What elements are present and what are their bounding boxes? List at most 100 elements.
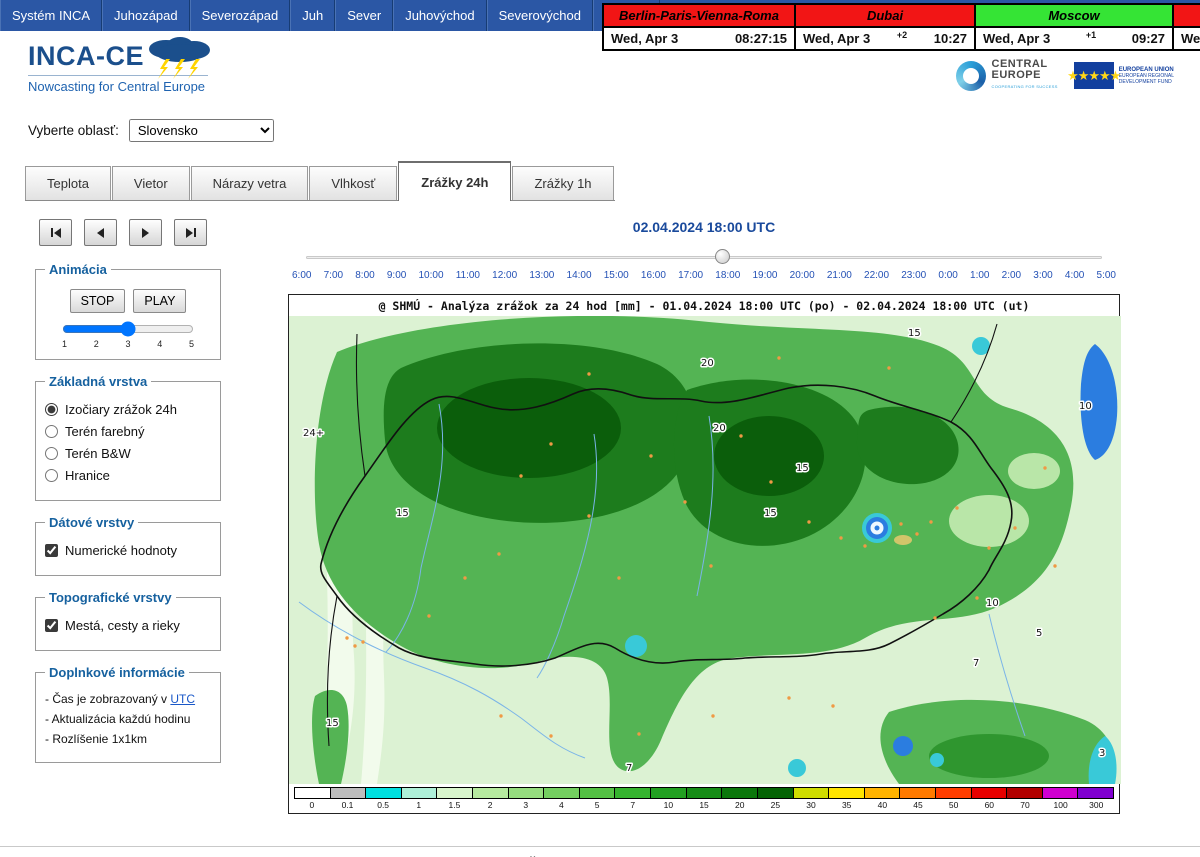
time-slider[interactable]: [306, 249, 1102, 265]
hour-tick[interactable]: 6:00: [292, 270, 311, 281]
hour-tick[interactable]: 7:00: [324, 270, 343, 281]
hour-tick[interactable]: 17:00: [678, 270, 703, 281]
radio-isolines-24h[interactable]: Izočiary zrážok 24h: [45, 402, 211, 417]
hour-tick[interactable]: 15:00: [604, 270, 629, 281]
play-button[interactable]: PLAY: [133, 289, 186, 313]
hour-tick[interactable]: 22:00: [864, 270, 889, 281]
region-select[interactable]: Slovensko: [129, 119, 274, 142]
colorbar-label: 20: [722, 800, 758, 810]
nav-item[interactable]: Severozápad: [190, 0, 291, 31]
nav-item[interactable]: Systém INCA: [0, 0, 102, 31]
hour-tick[interactable]: 18:00: [715, 270, 740, 281]
colorbar-segment: [794, 788, 830, 798]
step-back-button[interactable]: [84, 219, 117, 246]
info-fieldset: Doplnkové informácie - Čas je zobrazovan…: [35, 665, 221, 763]
isoline-label: 24+: [303, 428, 324, 439]
storm-cloud-icon: [136, 33, 222, 79]
isoline-label: 10: [1079, 401, 1092, 412]
hour-tick[interactable]: 21:00: [827, 270, 852, 281]
skip-end-icon: [186, 228, 193, 238]
hour-tick[interactable]: 3:00: [1033, 270, 1052, 281]
checkbox-numeric-values-input[interactable]: [45, 544, 58, 557]
isoline-label: 7: [973, 658, 979, 669]
hour-tick[interactable]: 1:00: [970, 270, 989, 281]
speed-scale: 12345: [62, 339, 194, 349]
hour-tick[interactable]: 16:00: [641, 270, 666, 281]
nav-item[interactable]: Juhozápad: [102, 0, 190, 31]
speed-scale-label: 2: [94, 339, 99, 349]
hour-tick[interactable]: 12:00: [492, 270, 517, 281]
utc-link[interactable]: UTC: [170, 692, 195, 706]
topo-layers-fieldset: Topografické vrstvy Mestá, cesty a rieky: [35, 590, 221, 651]
colorbar-segment: [402, 788, 438, 798]
tab-vietor[interactable]: Vietor: [112, 166, 190, 200]
hour-labels: 6:00 7:00 8:00 9:00 10:00 11:00 12:00 13:00 14:0…: [292, 270, 1116, 281]
radio-isolines-24h-input[interactable]: [45, 403, 58, 416]
isoline-label: 15: [908, 328, 921, 339]
colorbar-label: 50: [936, 800, 972, 810]
tab-zrážky-1h[interactable]: Zrážky 1h: [512, 166, 613, 200]
colorbar-label: 1: [401, 800, 437, 810]
hour-tick[interactable]: 8:00: [355, 270, 374, 281]
hour-tick[interactable]: 23:00: [901, 270, 926, 281]
map-canvas[interactable]: 152020151515101057157324+: [289, 316, 1121, 784]
clock-zone-time: Wed, Apr 3+109:27: [976, 28, 1172, 49]
step-forward-button[interactable]: [129, 219, 162, 246]
colorbar-segment: [295, 788, 331, 798]
clock-zone: MoscowWed, Apr 3+109:27: [976, 5, 1172, 49]
eu-line3: DEVELOPMENT FUND: [1119, 79, 1174, 85]
nav-item[interactable]: Juhovýchod: [393, 0, 486, 31]
tab-zrážky-24h[interactable]: Zrážky 24h: [398, 161, 511, 201]
hour-tick[interactable]: 5:00: [1097, 270, 1116, 281]
radio-borders-input[interactable]: [45, 469, 58, 482]
skip-start-button[interactable]: [39, 219, 72, 246]
precip-colorbar: 00.10.511.523457101520253035404550607010…: [289, 784, 1119, 813]
isoline-label: 15: [396, 508, 409, 519]
colorbar-segment: [900, 788, 936, 798]
hour-tick[interactable]: 4:00: [1065, 270, 1084, 281]
colorbar-segment: [437, 788, 473, 798]
colorbar-label: 7: [615, 800, 651, 810]
time-slider-handle[interactable]: [715, 249, 730, 264]
clock-zone: Wed,: [1174, 5, 1200, 49]
nav-item[interactable]: Severovýchod: [487, 0, 593, 31]
radio-terrain-color[interactable]: Terén farebný: [45, 424, 211, 439]
tab-nárazy-vetra[interactable]: Nárazy vetra: [191, 166, 309, 200]
checkbox-cities-roads-rivers[interactable]: Mestá, cesty a rieky: [45, 618, 211, 633]
hour-tick[interactable]: 11:00: [456, 270, 480, 281]
hour-tick[interactable]: 2:00: [1002, 270, 1021, 281]
colorbar-segment: [865, 788, 901, 798]
skip-end-button[interactable]: [174, 219, 207, 246]
colorbar-label: 70: [1007, 800, 1043, 810]
map-title: @ SHMÚ - Analýza zrážok za 24 hod [mm] -…: [289, 295, 1119, 316]
colorbar-segment: [366, 788, 402, 798]
stop-button[interactable]: STOP: [70, 289, 126, 313]
central-europe-line2: EUROPE: [992, 70, 1058, 81]
nav-item[interactable]: Sever: [335, 0, 393, 31]
radio-borders[interactable]: Hranice: [45, 468, 211, 483]
time-slider-track[interactable]: [306, 256, 1102, 259]
tab-teplota[interactable]: Teplota: [25, 166, 111, 200]
checkbox-numeric-values[interactable]: Numerické hodnoty: [45, 543, 211, 558]
colorbar-segment: [1007, 788, 1043, 798]
hour-tick[interactable]: 20:00: [790, 270, 815, 281]
checkbox-cities-roads-rivers-input[interactable]: [45, 619, 58, 632]
hour-tick[interactable]: 14:00: [567, 270, 592, 281]
hour-tick[interactable]: 19:00: [752, 270, 777, 281]
clock-zone-name: Moscow: [976, 5, 1172, 26]
tab-bar: TeplotaVietorNárazy vetraVlhkosťZrážky 2…: [25, 160, 615, 201]
radio-terrain-bw-input[interactable]: [45, 447, 58, 460]
colorbar-segment: [1043, 788, 1079, 798]
hour-tick[interactable]: 9:00: [387, 270, 406, 281]
hour-tick[interactable]: 10:00: [419, 270, 444, 281]
hour-tick[interactable]: 13:00: [529, 270, 554, 281]
tab-vlhkosť[interactable]: Vlhkosť: [309, 166, 397, 200]
footer-divider: [0, 846, 1200, 847]
animation-speed-slider[interactable]: [62, 321, 194, 337]
isoline-label: 5: [1036, 628, 1042, 639]
isoline-label: 15: [326, 718, 339, 729]
radio-terrain-bw[interactable]: Terén B&W: [45, 446, 211, 461]
radio-terrain-color-input[interactable]: [45, 425, 58, 438]
nav-item[interactable]: Juh: [290, 0, 335, 31]
hour-tick[interactable]: 0:00: [938, 270, 957, 281]
